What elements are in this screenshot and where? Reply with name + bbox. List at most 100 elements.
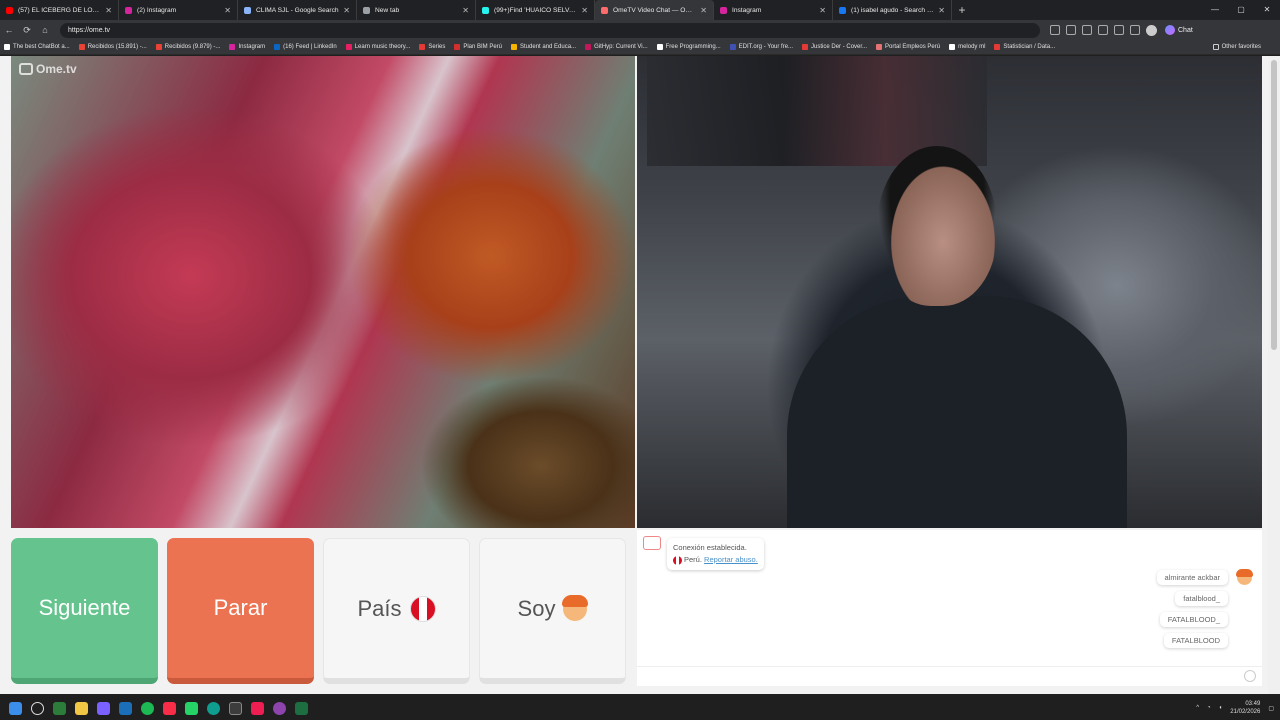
browser-tab[interactable]: (57) EL ICEBERG DE LOS ARCHIVOS ✕ [0,0,119,20]
next-button[interactable]: Siguiente [11,538,158,684]
browser-tab[interactable]: New tab ✕ [357,0,476,20]
bookmark-label: Recibidos (15.891) -... [87,44,147,50]
next-label: Siguiente [38,595,131,620]
browser-tab[interactable]: CLIMA SJL - Google Search ✕ [238,0,357,20]
extension-icon[interactable] [1050,25,1060,35]
bookmark-label: Justice Der - Cover... [811,44,868,50]
country-button[interactable]: País [323,538,470,684]
spotify-icon[interactable] [141,701,154,715]
browser-tab[interactable]: (99+)Find 'HUAICO SELVA ALEGRE' ✕ [476,0,595,20]
tab-favicon [125,6,132,14]
app-icon[interactable] [53,701,66,715]
bookmark-item[interactable]: Student and Educa... [511,44,576,50]
file-explorer-icon[interactable] [75,701,88,715]
chevron-up-icon[interactable]: ^ [1196,705,1199,711]
favorite-icon[interactable] [1066,25,1076,35]
tiktok-icon[interactable] [251,701,264,715]
bookmark-item[interactable]: Statistician / Data... [994,44,1055,50]
bookmark-item[interactable]: Series [419,44,445,50]
page-scrollbar[interactable] [1268,56,1280,694]
bookmark-label: Instagram [238,44,266,50]
new-tab-button[interactable]: + [952,0,972,20]
bookmark-item[interactable]: Learn music theory... [345,44,410,50]
clock[interactable]: 03:49 21/02/2026 [1230,700,1260,716]
report-abuse-link[interactable]: Reportar abuso. [704,555,758,564]
emoji-icon[interactable] [1244,670,1256,682]
browser-tab[interactable]: Instagram ✕ [714,0,833,20]
download-icon[interactable] [1130,25,1140,35]
copilot-chat-button[interactable]: Chat [1165,25,1193,35]
minimize-icon[interactable]: — [1202,0,1228,20]
own-avatar-icon [1236,569,1253,585]
tab-favicon [839,6,846,14]
close-tab-icon[interactable]: ✕ [105,6,112,15]
browser-tab[interactable]: (2) Instagram ✕ [119,0,238,20]
notifications-icon[interactable]: ▢ [1268,705,1274,712]
scrollbar-thumb[interactable] [1271,60,1277,350]
split-screen-icon[interactable] [1082,25,1092,35]
bookmark-label: Recibidos (9.879) -... [164,44,221,50]
volume-icon[interactable]: ◖ [1219,705,1223,711]
bookmark-item[interactable]: The best ChatBot a... [4,44,70,50]
collections-icon[interactable] [1098,25,1108,35]
wifi-icon[interactable]: ◔ [1207,705,1211,711]
address-bar[interactable]: https://ome.tv [60,22,1040,38]
close-window-icon[interactable]: ✕ [1254,0,1280,20]
bookmark-item[interactable]: Plan BIM Perú [454,44,502,50]
bookmark-item[interactable]: (16) Feed | LinkedIn [274,44,337,50]
bookmark-favicon [656,44,663,50]
bookmark-label: Series [428,44,446,50]
edge-icon[interactable] [207,701,220,715]
ometv-chat-icon [643,536,661,550]
boy-emoji-icon [562,594,589,621]
bookmark-favicon [155,44,162,50]
bookmark-item[interactable]: Free Programming... [656,44,721,50]
bookmark-item[interactable]: EDIT.org - Your fre... [729,44,793,50]
bookmark-item[interactable]: Recibidos (15.891) -... [78,44,147,50]
chat-message-input[interactable] [637,666,1262,686]
app-purple-icon[interactable] [273,701,286,715]
close-tab-icon[interactable]: ✕ [462,6,469,15]
chat-controls: Siguiente Parar País Soy [11,538,628,685]
steam-icon[interactable] [119,701,132,715]
profile-avatar[interactable] [1146,24,1157,36]
reload-icon[interactable]: ⟳ [18,25,36,36]
url-text: https://ome.tv [68,26,111,34]
excel-icon[interactable] [295,701,308,715]
chatgpt-icon[interactable] [229,701,242,715]
bookmark-item[interactable]: GitHyp: Current Vi... [585,44,648,50]
bookmark-item[interactable]: melody ml [949,44,985,50]
close-tab-icon[interactable]: ✕ [700,6,707,15]
system-tray: ^ ◔ ◖ 03:49 21/02/2026 ▢ [1196,696,1274,720]
close-tab-icon[interactable]: ✕ [581,6,588,15]
maximize-icon[interactable]: ▢ [1228,0,1254,20]
browser-tab[interactable]: (1) isabel agudo - Search Results | ✕ [833,0,952,20]
bookmark-favicon [949,44,956,50]
bookmark-label: (16) Feed | LinkedIn [283,44,337,50]
bookmark-item[interactable]: Portal Empleos Perú [876,44,940,50]
close-tab-icon[interactable]: ✕ [224,6,231,15]
close-tab-icon[interactable]: ✕ [938,6,945,15]
browser-tab[interactable]: OmeTV Video Chat — Omegle ✕ [595,0,714,20]
tab-favicon [601,6,608,14]
home-icon[interactable]: ⌂ [36,25,54,35]
close-tab-icon[interactable]: ✕ [819,6,826,15]
local-video: Ome.tv [11,56,635,528]
music-icon[interactable] [163,701,176,715]
discord-icon[interactable] [97,701,110,715]
close-tab-icon[interactable]: ✕ [343,6,350,15]
start-icon[interactable] [9,701,22,715]
gender-button[interactable]: Soy [479,538,626,684]
bookmark-item[interactable]: Recibidos (9.879) -... [155,44,221,50]
person-torso [787,296,1127,528]
connection-status: Conexión establecida. [673,543,747,552]
bookmark-item[interactable]: Justice Der - Cover... [802,44,867,50]
history-icon[interactable] [1114,25,1124,35]
stop-button[interactable]: Parar [167,538,314,684]
bookmark-item[interactable]: Instagram [229,44,265,50]
search-icon[interactable] [31,701,44,715]
other-favorites[interactable]: Other favorites [1212,44,1261,50]
whatsapp-icon[interactable] [185,701,198,715]
back-icon[interactable]: ← [0,25,18,35]
remote-video [637,56,1262,528]
